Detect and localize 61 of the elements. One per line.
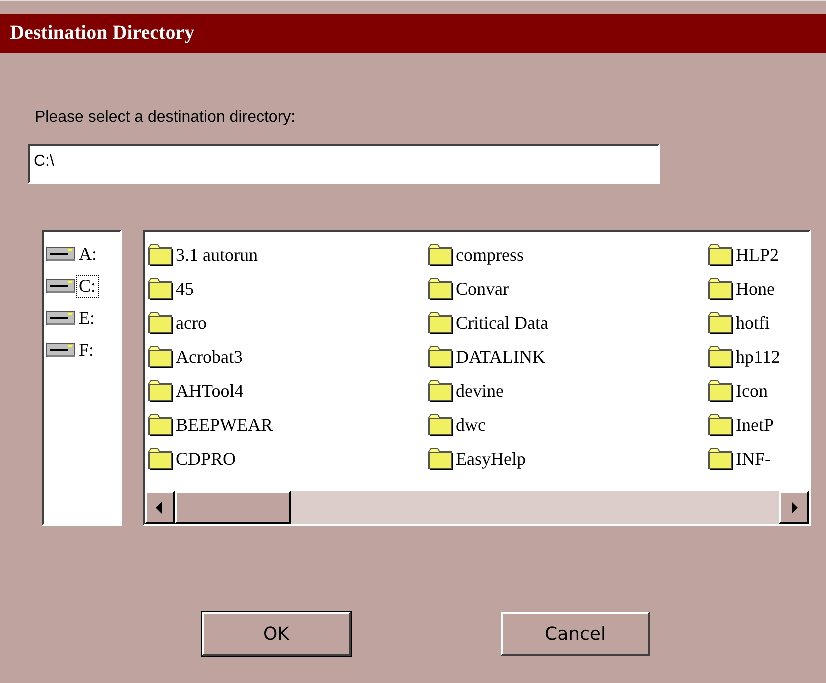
horizontal-scrollbar[interactable] [145, 490, 809, 524]
folder-item[interactable]: CDPRO [176, 448, 236, 470]
folder-item[interactable]: Icon [736, 380, 768, 402]
folder-icon [428, 414, 454, 436]
folder-item[interactable]: InetP [736, 414, 774, 436]
folder-item[interactable]: AHTool4 [176, 380, 244, 402]
folder-item[interactable]: BEEPWEAR [176, 414, 273, 436]
drive-icon [46, 342, 76, 358]
window-title: Destination Directory [0, 14, 826, 53]
folder-item[interactable]: 3.1 autorun [176, 244, 258, 266]
drive-item[interactable]: F: [76, 338, 98, 362]
drive-item[interactable]: E: [76, 306, 98, 330]
folder-icon [148, 380, 174, 402]
drive-icon [46, 246, 76, 262]
path-field[interactable]: C:\ [28, 144, 660, 184]
drive-item[interactable]: A: [76, 242, 100, 266]
folder-icon [148, 448, 174, 470]
folder-icon [428, 380, 454, 402]
folder-item[interactable]: Critical Data [456, 312, 548, 334]
left-arrow-icon [156, 502, 164, 514]
dialog-button[interactable]: OK [202, 612, 351, 656]
folder-icon [148, 244, 174, 266]
drive-item[interactable]: C: [76, 274, 100, 298]
scroll-left-button[interactable] [145, 491, 175, 524]
folder-item[interactable]: Acrobat3 [176, 346, 243, 368]
folder-icon [708, 346, 734, 368]
folder-item[interactable]: HLP2 [736, 244, 780, 266]
folder-icon [148, 278, 174, 300]
folder-item[interactable]: Convar [456, 278, 509, 300]
folder-icon [148, 414, 174, 436]
folder-item[interactable]: acro [176, 312, 207, 334]
folder-icon [428, 346, 454, 368]
folder-icon [428, 448, 454, 470]
folder-icon [148, 312, 174, 334]
folder-item[interactable]: hotfi [736, 312, 770, 334]
dialog-button[interactable]: Cancel [501, 612, 650, 656]
folder-icon [708, 414, 734, 436]
folder-item[interactable]: compress [456, 244, 524, 266]
prompt-label: Please select a destination directory: [35, 109, 297, 127]
folder-item[interactable]: dwc [456, 414, 486, 436]
folder-item[interactable]: INF- [736, 448, 771, 470]
folder-item[interactable]: hp112 [736, 346, 780, 368]
folder-item[interactable]: 45 [176, 278, 194, 300]
folder-icon [428, 244, 454, 266]
folder-icon [428, 312, 454, 334]
folder-item[interactable]: devine [456, 380, 504, 402]
scroll-thumb[interactable] [175, 491, 291, 524]
folder-icon [708, 312, 734, 334]
folder-icon [708, 244, 734, 266]
folder-item[interactable]: DATALINK [456, 346, 546, 368]
drive-icon [46, 310, 76, 326]
folder-item[interactable]: EasyHelp [456, 448, 526, 470]
folder-icon [708, 380, 734, 402]
right-arrow-icon [790, 502, 798, 514]
folder-icon [708, 278, 734, 300]
folder-icon [148, 346, 174, 368]
folder-icon [708, 448, 734, 470]
folder-item[interactable]: Hone [736, 278, 775, 300]
scroll-right-button[interactable] [779, 491, 809, 524]
drive-icon [46, 278, 76, 294]
folder-icon [428, 278, 454, 300]
